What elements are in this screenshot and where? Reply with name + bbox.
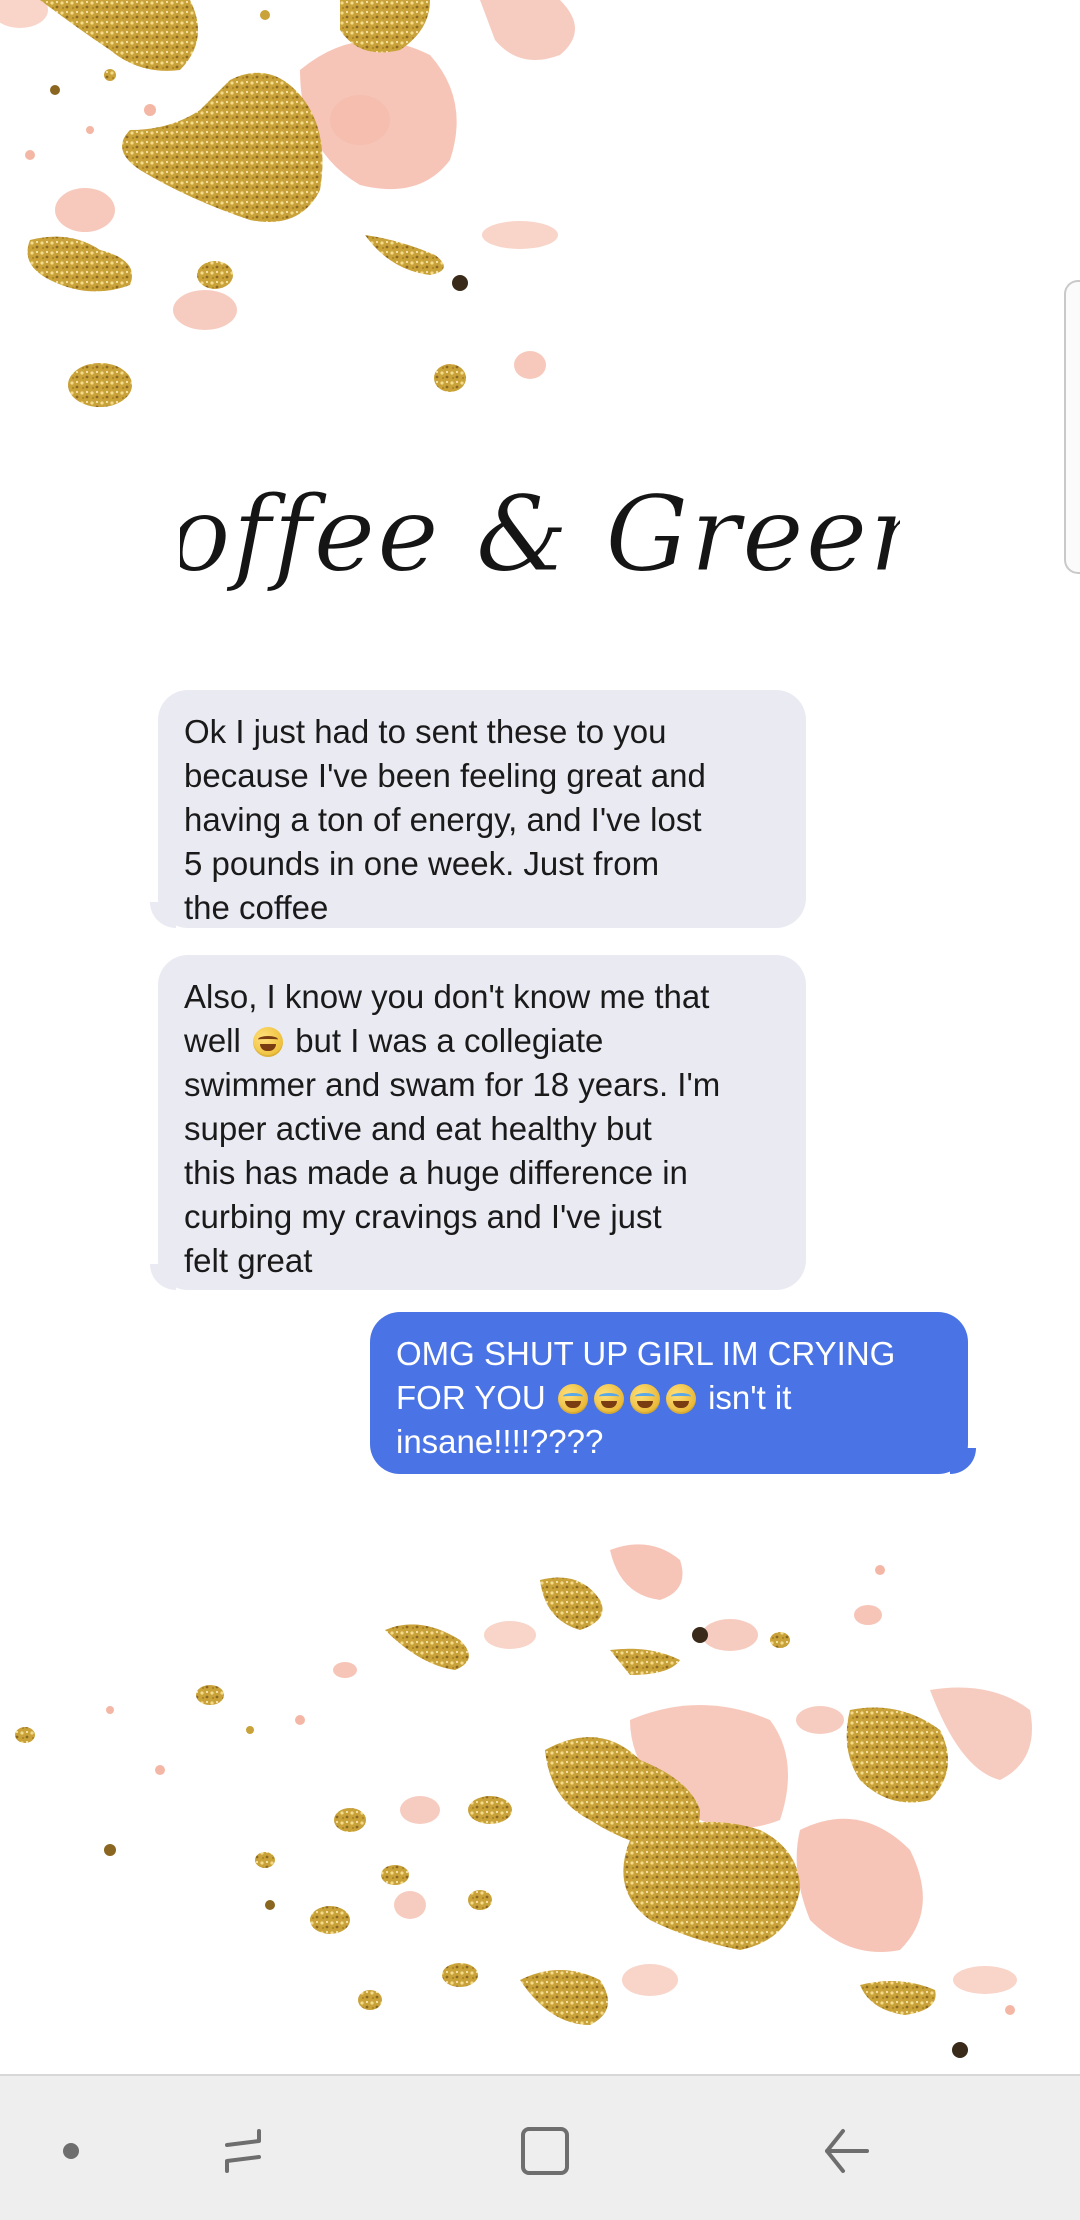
message-line: felt great [184,1242,313,1279]
laughing-emoji-icon [253,1027,284,1057]
message-line: having a ton of energy, and I've lost [184,801,702,838]
logo-text: Coffee & Greens [180,473,900,595]
edge-panel-handle[interactable] [1064,280,1080,574]
message-line: the coffee [184,889,329,926]
message-line: FOR YOU isn't it [396,1376,942,1420]
nav-dot-icon[interactable] [36,2116,106,2186]
recent-apps-icon[interactable] [208,2116,278,2186]
bubble-tail [150,902,176,928]
bubble-tail [950,1448,976,1474]
message-line: OMG SHUT UP GIRL IM CRYING [396,1335,896,1372]
crying-emoji-icon [557,1384,588,1414]
message-text: well [184,1022,241,1059]
outgoing-message-bubble[interactable]: OMG SHUT UP GIRL IM CRYING FOR YOU isn't… [370,1312,968,1474]
message-line: well but I was a collegiate [184,1019,780,1063]
message-line: swimmer and swam for 18 years. I'm [184,1066,721,1103]
incoming-message-bubble[interactable]: Ok I just had to sent these to you becau… [158,690,806,928]
message-line: insane!!!!???? [396,1423,604,1460]
home-icon[interactable] [510,2116,580,2186]
crying-emoji-icon [665,1384,696,1414]
message-text: but I was a collegiate [295,1022,604,1059]
system-navigation-bar [0,2074,1080,2220]
crying-emoji-icon [593,1384,624,1414]
message-line: 5 pounds in one week. Just from [184,845,660,882]
bubble-tail [150,1264,176,1290]
screen: Coffee & Greens Ok I just had to sent th… [0,0,1080,2220]
top-splatter-decoration [0,0,575,407]
message-text: isn't it [708,1379,792,1416]
message-line: curbing my cravings and I've just [184,1198,662,1235]
back-icon[interactable] [812,2116,882,2186]
message-line: Ok I just had to sent these to you [184,713,667,750]
message-line: super active and eat healthy but [184,1110,652,1147]
coffee-and-greens-logo: Coffee & Greens [86,420,992,650]
message-line: because I've been feeling great and [184,757,706,794]
incoming-message-bubble[interactable]: Also, I know you don't know me that well… [158,955,806,1290]
bottom-splatter-decoration [15,1544,1032,2058]
message-line: Also, I know you don't know me that [184,978,710,1015]
crying-emoji-icon [629,1384,660,1414]
message-text: FOR YOU [396,1379,546,1416]
message-line: this has made a huge difference in [184,1154,688,1191]
